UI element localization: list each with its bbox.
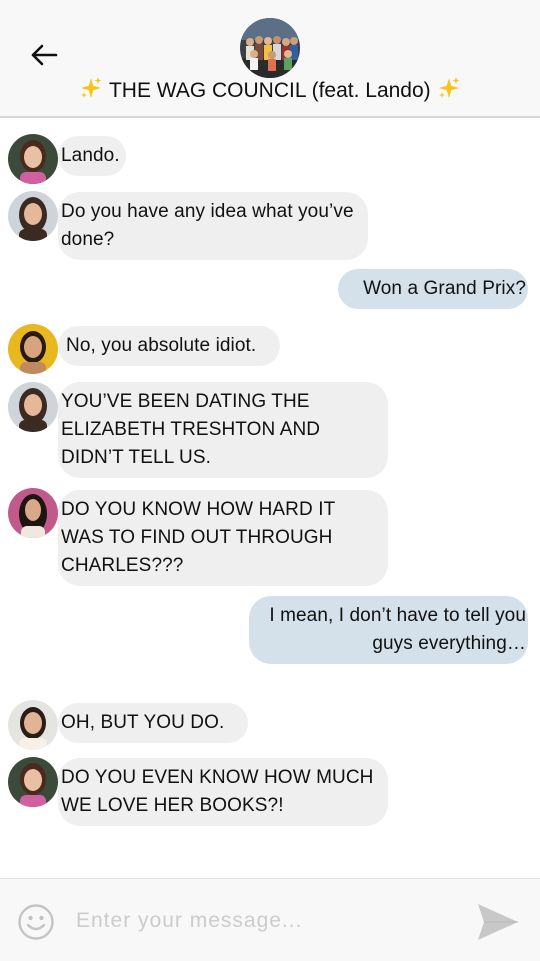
avatar[interactable] (8, 700, 58, 750)
message-bubble[interactable]: No, you absolute idiot. (58, 326, 280, 366)
send-icon[interactable] (476, 902, 520, 942)
message-bubble[interactable]: Do you have any idea what you’ve done? (58, 192, 368, 260)
group-avatar[interactable] (240, 18, 300, 78)
smiley-icon[interactable] (17, 903, 55, 941)
group-title: THE WAG COUNCIL (feat. Lando) (0, 76, 540, 105)
message-text: YOU’VE BEEN DATING THE ELIZABETH TRESHTO… (61, 391, 321, 468)
chat-header: THE WAG COUNCIL (feat. Lando) (0, 0, 540, 118)
message-text: Do you have any idea what you’ve done? (61, 201, 354, 250)
message-input[interactable] (76, 901, 456, 941)
message-text: No, you absolute idiot. (66, 335, 257, 356)
message-text: Won a Grand Prix? (363, 278, 526, 299)
message-bubble-outgoing[interactable]: I mean, I don’t have to tell you guys ev… (249, 596, 528, 664)
back-arrow-icon[interactable] (28, 40, 60, 70)
message-bubble[interactable]: Lando. (58, 136, 126, 176)
message-text: I mean, I don’t have to tell you guys ev… (269, 605, 526, 654)
message-bubble[interactable]: DO YOU EVEN KNOW HOW MUCH WE LOVE HER BO… (58, 758, 388, 826)
message-composer (0, 878, 540, 961)
sparkle-icon (438, 77, 459, 98)
avatar[interactable] (8, 488, 58, 538)
message-text: DO YOU EVEN KNOW HOW MUCH WE LOVE HER BO… (61, 767, 374, 816)
avatar[interactable] (8, 757, 58, 807)
message-bubble-outgoing[interactable]: Won a Grand Prix? (338, 269, 528, 309)
message-bubble[interactable]: YOU’VE BEEN DATING THE ELIZABETH TRESHTO… (58, 382, 388, 478)
sparkle-icon (81, 77, 102, 98)
message-text: Lando. (61, 145, 120, 166)
avatar[interactable] (8, 324, 58, 374)
message-text: OH, BUT YOU DO. (61, 712, 225, 733)
message-bubble[interactable]: OH, BUT YOU DO. (58, 703, 248, 743)
avatar[interactable] (8, 134, 58, 184)
group-title-text: THE WAG COUNCIL (feat. Lando) (108, 79, 431, 102)
avatar[interactable] (8, 191, 58, 241)
message-text: DO YOU KNOW HOW HARD IT WAS TO FIND OUT … (61, 499, 335, 576)
message-bubble[interactable]: DO YOU KNOW HOW HARD IT WAS TO FIND OUT … (58, 490, 388, 586)
avatar[interactable] (8, 382, 58, 432)
